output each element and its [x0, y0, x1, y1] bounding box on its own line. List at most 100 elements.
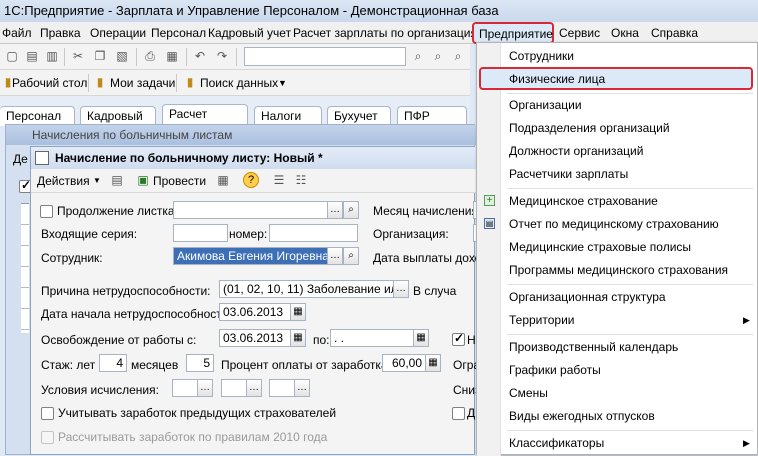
experience-years-input[interactable]: 4	[99, 354, 127, 372]
rules-2010-label: Рассчитывать заработок по правилам 2010 …	[58, 430, 328, 444]
experience-months-label: месяцев	[131, 358, 179, 372]
start-date-input[interactable]: 03.06.2013	[219, 303, 291, 321]
search-data-button[interactable]: Поиск данных	[200, 76, 278, 90]
search-icon[interactable]: ⌕	[343, 201, 359, 219]
menu-item-individuals[interactable]: Физические лица	[509, 72, 605, 86]
copy-icon[interactable]: ❐	[92, 48, 108, 64]
menu-edit[interactable]: Правка	[40, 26, 81, 40]
condition-3-input[interactable]	[269, 379, 295, 397]
release-label: Освобождение от работы с:	[41, 333, 197, 347]
menu-item-medical-report[interactable]: Отчет по медицинскому страхованию	[509, 217, 719, 231]
desktop-button[interactable]: Рабочий стол	[12, 76, 87, 90]
calendar-icon[interactable]: ▦	[413, 329, 429, 347]
print-icon[interactable]: ▦	[215, 172, 231, 188]
menu-help[interactable]: Справка	[651, 26, 698, 40]
chevron-down-icon[interactable]: ▼	[278, 78, 287, 88]
menu-item-departments[interactable]: Подразделения организаций	[509, 121, 670, 135]
list-icon[interactable]: ☷	[293, 172, 309, 188]
search-icon[interactable]: ⌕	[343, 247, 359, 265]
menu-item-org-structure[interactable]: Организационная структура	[509, 290, 666, 304]
undo-icon[interactable]: ↶	[192, 48, 208, 64]
search-icon[interactable]: ⌕	[410, 48, 426, 64]
condition-3-select-button[interactable]: …	[294, 379, 310, 397]
continue-checkbox[interactable]	[40, 205, 53, 218]
menu-item-payroll-clerks[interactable]: Расчетчики зарплаты	[509, 167, 628, 181]
previous-insurers-checkbox[interactable]	[41, 407, 54, 420]
save-doc-icon[interactable]: ▤	[109, 172, 125, 188]
structure-icon[interactable]: ☰	[271, 172, 287, 188]
number-input[interactable]	[269, 224, 358, 242]
main-toolbar: ▢ ▤ ▥ ✂ ❐ ▧ ⎙ ▦ ↶ ↷ ⌕ ⌕ ⌕	[0, 44, 470, 70]
document-toolbar: Действия ▼ ▤ ▣ Провести ▦ ? ☰ ☷	[31, 169, 476, 193]
menu-item-territories[interactable]: Территории	[509, 313, 575, 327]
menu-hr[interactable]: Кадровый учет	[208, 26, 291, 40]
menu-item-employees[interactable]: Сотрудники	[509, 49, 574, 63]
toolbar-search-input[interactable]	[244, 47, 406, 66]
paste-icon[interactable]: ▧	[114, 48, 130, 64]
na-checkbox[interactable]	[452, 331, 465, 346]
tab-personnel[interactable]: Персонал	[0, 106, 75, 126]
menu-item-organizations[interactable]: Организации	[509, 98, 582, 112]
list-actions-label[interactable]: Де	[13, 152, 28, 166]
menu-enterprise[interactable]: Предприятие	[472, 22, 554, 44]
employee-select-button[interactable]: …	[327, 247, 343, 265]
menu-personnel[interactable]: Персонал	[151, 26, 206, 40]
condition-1-input[interactable]	[172, 379, 198, 397]
save-icon[interactable]: ▥	[44, 48, 60, 64]
menu-item-vacation-types[interactable]: Виды ежегодных отпусков	[509, 409, 655, 423]
menu-item-medical-insurance[interactable]: Медицинское страхование	[509, 194, 658, 208]
cut-icon[interactable]: ✂	[70, 48, 86, 64]
menu-icon-strip	[477, 43, 501, 456]
tab-accounting[interactable]: Бухучет	[327, 106, 391, 126]
tasks-button[interactable]: Мои задачи	[110, 76, 175, 90]
release-to-input[interactable]: . .	[330, 329, 414, 347]
print-preview-icon[interactable]: ▦	[164, 48, 180, 64]
reason-field[interactable]: (01, 02, 10, 11) Заболевание или травма	[219, 280, 395, 298]
chevron-down-icon[interactable]: ▼	[93, 176, 101, 185]
print-icon[interactable]: ⎙	[142, 48, 158, 64]
pay-date-label: Дата выплаты доход	[373, 251, 489, 265]
condition-2-input[interactable]	[221, 379, 247, 397]
percent-input[interactable]: 60,00	[382, 354, 426, 372]
new-document-icon[interactable]: ▢	[4, 48, 20, 64]
employee-field[interactable]: Акимова Евгения Игоревна	[173, 247, 329, 265]
menu-windows[interactable]: Окна	[611, 26, 639, 40]
release-to-label: по:	[313, 333, 330, 347]
rules-2010-checkbox[interactable]	[41, 431, 54, 444]
menu-operations[interactable]: Операции	[90, 26, 146, 40]
tab-hr[interactable]: Кадровый	[80, 106, 156, 126]
menu-service[interactable]: Сервис	[559, 26, 600, 40]
d-checkbox[interactable]	[452, 407, 465, 420]
tab-taxes[interactable]: Налоги	[254, 106, 322, 126]
menu-file[interactable]: Файл	[2, 26, 32, 40]
condition-2-select-button[interactable]: …	[246, 379, 262, 397]
tab-pfr[interactable]: ПФР	[397, 106, 467, 126]
redo-icon[interactable]: ↷	[214, 48, 230, 64]
continue-select-button[interactable]: …	[327, 201, 343, 219]
search-next-icon[interactable]: ⌕	[430, 48, 446, 64]
calculator-icon[interactable]: ▦	[425, 354, 441, 372]
experience-months-input[interactable]: 5	[186, 354, 214, 372]
calendar-icon[interactable]: ▦	[290, 329, 306, 347]
series-input[interactable]	[173, 224, 228, 242]
condition-1-select-button[interactable]: …	[197, 379, 213, 397]
menu-item-shifts[interactable]: Смены	[509, 386, 548, 400]
actions-button[interactable]: Действия	[37, 174, 90, 188]
post-button[interactable]: Провести	[153, 174, 206, 188]
open-icon[interactable]: ▤	[24, 48, 40, 64]
help-icon[interactable]: ?	[243, 172, 259, 188]
menu-item-medical-policies[interactable]: Медицинские страховые полисы	[509, 240, 691, 254]
menu-item-work-schedules[interactable]: Графики работы	[509, 363, 601, 377]
menu-item-production-calendar[interactable]: Производственный календарь	[509, 340, 678, 354]
continue-field[interactable]	[173, 201, 329, 219]
menu-item-medical-programs[interactable]: Программы медицинского страхования	[509, 263, 728, 277]
calendar-icon[interactable]: ▦	[290, 303, 306, 321]
search-prev-icon[interactable]: ⌕	[450, 48, 466, 64]
release-from-input[interactable]: 03.06.2013	[219, 329, 291, 347]
enterprise-menu-dropdown: Сотрудники Физические лица Организации П…	[476, 42, 758, 456]
menu-item-classifiers[interactable]: Классификаторы	[509, 436, 604, 450]
menu-item-positions[interactable]: Должности организаций	[509, 144, 643, 158]
reason-select-button[interactable]: …	[393, 280, 409, 298]
tab-payroll[interactable]: Расчет	[162, 104, 248, 126]
menu-payroll[interactable]: Расчет зарплаты по организациям	[293, 26, 485, 40]
